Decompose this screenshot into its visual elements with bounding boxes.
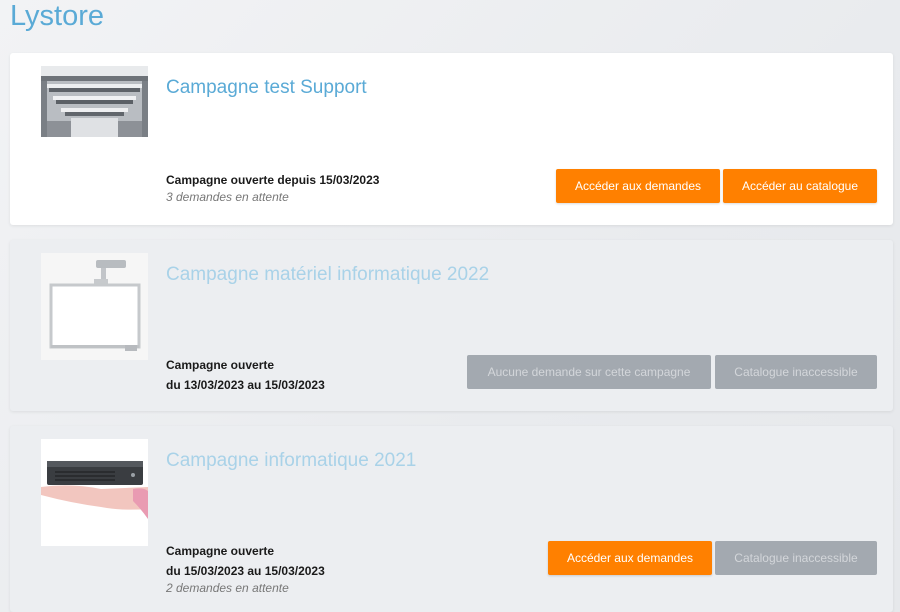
campaign-open-label: Campagne ouverte <box>166 544 275 558</box>
campaign-title[interactable]: Campagne matériel informatique 2022 <box>166 264 489 286</box>
access-requests-button[interactable]: Accéder aux demandes <box>548 541 712 575</box>
pending-requests: 3 demandes en attente <box>166 190 289 204</box>
campaign-status: Campagne ouverte du 13/03/2023 au 15/03/… <box>166 355 325 395</box>
campaign-card: Campagne informatique 2021 Campagne ouve… <box>10 426 893 612</box>
campaign-title[interactable]: Campagne test Support <box>166 77 367 99</box>
no-requests-button[interactable]: Aucune demande sur cette campagne <box>467 355 711 389</box>
campaign-image <box>41 253 148 360</box>
app-title: Lystore <box>10 0 105 32</box>
campaign-image <box>41 66 148 137</box>
access-catalog-button[interactable]: Accéder au catalogue <box>723 169 877 203</box>
catalog-unavailable-button[interactable]: Catalogue inaccessible <box>715 541 877 575</box>
campaign-card: Campagne matériel informatique 2022 Camp… <box>10 240 893 411</box>
campaign-title[interactable]: Campagne informatique 2021 <box>166 450 416 472</box>
access-requests-button[interactable]: Accéder aux demandes <box>556 169 720 203</box>
campaign-card: Campagne test Support Campagne ouverte d… <box>10 53 893 225</box>
catalog-unavailable-button[interactable]: Catalogue inaccessible <box>715 355 877 389</box>
campaign-open-label: Campagne ouverte <box>166 358 275 372</box>
pending-requests: 2 demandes en attente <box>166 581 289 595</box>
campaign-date-range: du 13/03/2023 au 15/03/2023 <box>166 378 325 392</box>
campaign-status: Campagne ouverte depuis 15/03/2023 3 dem… <box>166 170 379 204</box>
campaign-status: Campagne ouverte du 15/03/2023 au 15/03/… <box>166 541 325 595</box>
campaign-image <box>41 439 148 546</box>
campaign-open-since: Campagne ouverte depuis 15/03/2023 <box>166 173 380 187</box>
campaign-date-range: du 15/03/2023 au 15/03/2023 <box>166 564 325 578</box>
